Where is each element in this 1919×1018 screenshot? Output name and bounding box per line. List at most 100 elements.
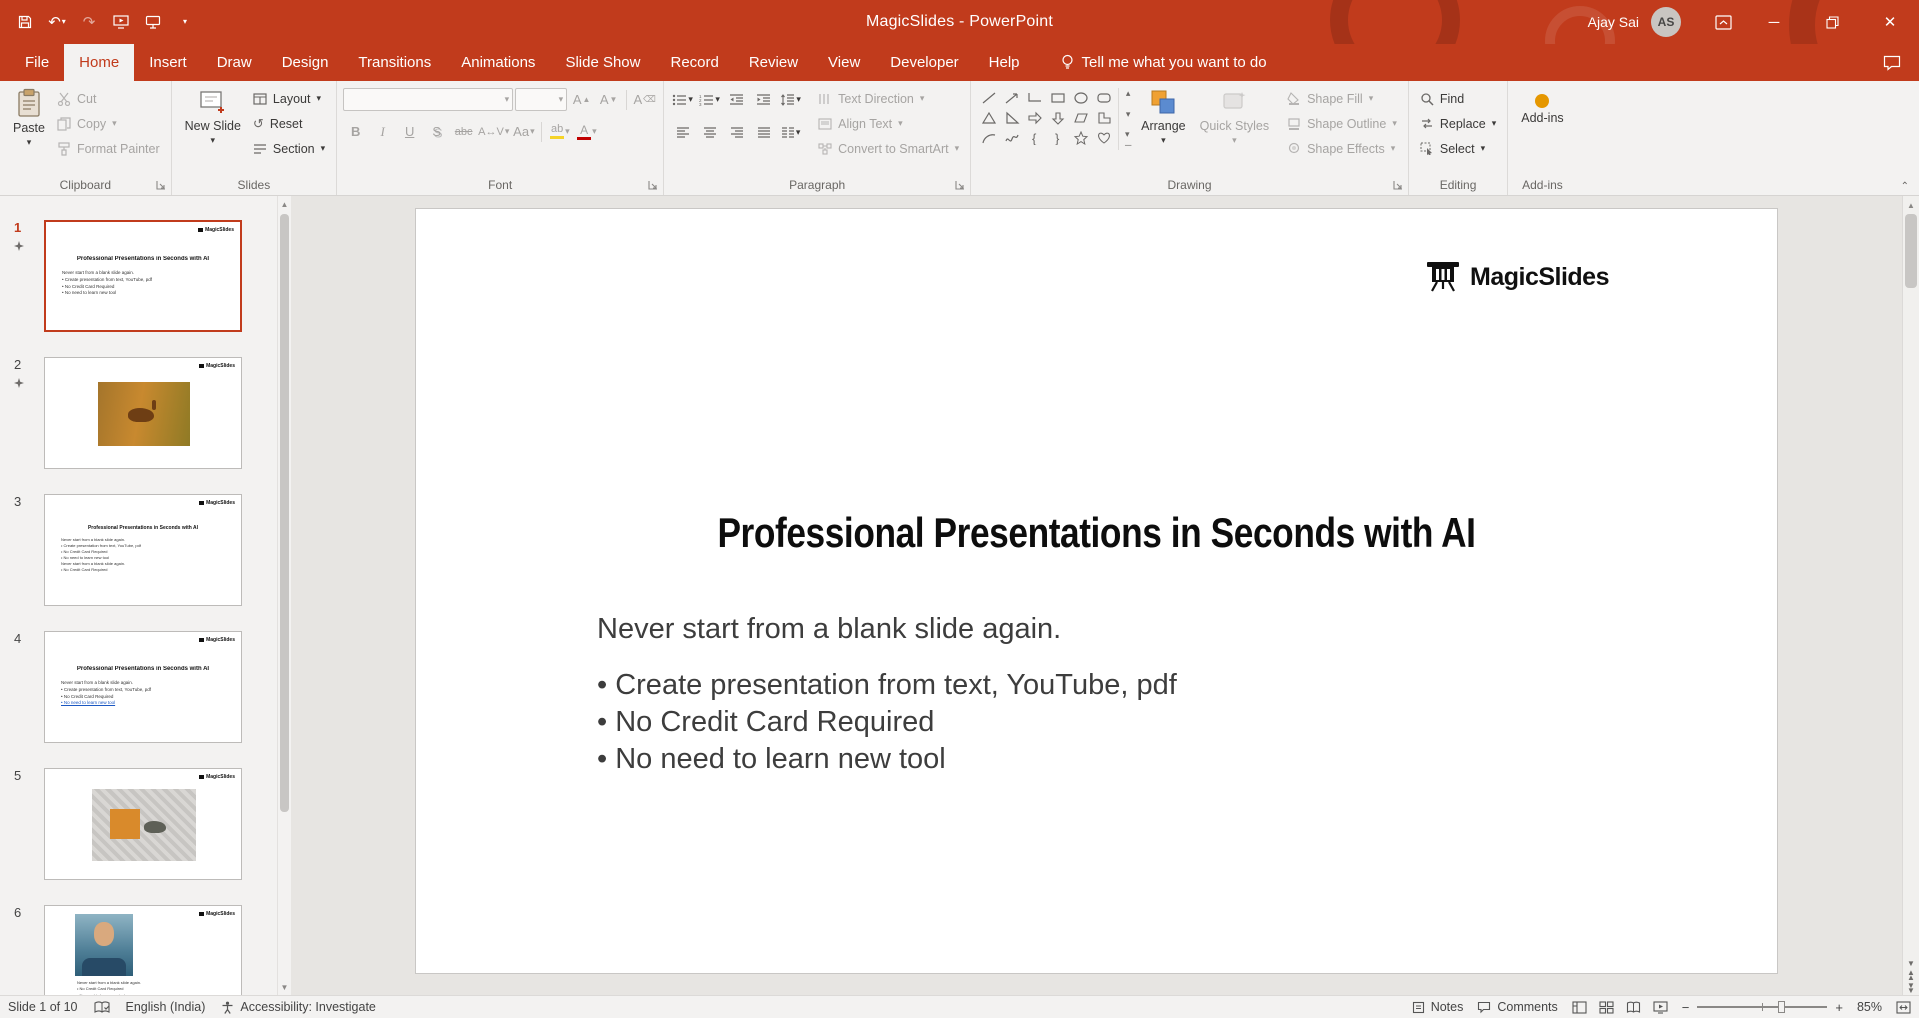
- animation-star-icon[interactable]: [14, 241, 24, 251]
- shape-triangle-icon[interactable]: [977, 108, 1000, 128]
- slide-thumbnail-3[interactable]: 3 MagicSlides Professional Presentations…: [0, 494, 277, 606]
- shape-rounded-rectangle-icon[interactable]: [1092, 88, 1115, 108]
- shape-rectangle-icon[interactable]: [1046, 88, 1069, 108]
- tab-draw[interactable]: Draw: [202, 44, 267, 81]
- grow-font-button[interactable]: A▲: [569, 88, 594, 111]
- slide-show-view-icon[interactable]: [1653, 1001, 1668, 1014]
- tell-me-search[interactable]: Tell me what you want to do: [1061, 44, 1267, 81]
- slide-thumbnail-1[interactable]: 1 MagicSlides Professional Presentations…: [0, 220, 277, 332]
- slide-sorter-view-icon[interactable]: [1599, 1001, 1614, 1014]
- normal-view-icon[interactable]: [1572, 1001, 1587, 1014]
- slide-intro-text[interactable]: Never start from a blank slide again.: [597, 613, 1061, 646]
- zoom-slider[interactable]: [1697, 1006, 1827, 1008]
- scroll-down-icon[interactable]: ▼: [1907, 959, 1915, 968]
- save-button[interactable]: [10, 6, 40, 38]
- slide-counter[interactable]: Slide 1 of 10: [8, 1000, 78, 1014]
- shape-star-icon[interactable]: [1069, 128, 1092, 148]
- redo-button[interactable]: ↷: [74, 6, 104, 38]
- format-painter-button[interactable]: Format Painter: [52, 136, 165, 161]
- tab-record[interactable]: Record: [655, 44, 733, 81]
- slide-thumbnail-2[interactable]: 2 MagicSlides: [0, 357, 277, 469]
- zoom-in-button[interactable]: +: [1835, 1000, 1843, 1015]
- thumbnail-scrollbar[interactable]: ▲ ▼: [277, 196, 291, 995]
- shape-arrow-line-icon[interactable]: [1000, 88, 1023, 108]
- restore-button[interactable]: [1803, 0, 1861, 44]
- shape-elbow-connector-icon[interactable]: [1023, 88, 1046, 108]
- tab-help[interactable]: Help: [974, 44, 1035, 81]
- tab-animations[interactable]: Animations: [446, 44, 550, 81]
- animation-star-icon[interactable]: [14, 378, 24, 388]
- section-button[interactable]: Section ▾: [248, 136, 330, 161]
- scroll-down-icon[interactable]: ▼: [278, 979, 291, 995]
- close-button[interactable]: ✕: [1861, 0, 1919, 44]
- thumbnail-canvas[interactable]: MagicSlides Professional Presentations i…: [44, 631, 242, 743]
- comments-bubble-icon[interactable]: [1883, 55, 1901, 71]
- scrollbar-thumb[interactable]: [1905, 214, 1917, 288]
- decrease-indent-button[interactable]: [724, 88, 749, 111]
- quick-styles-button[interactable]: Quick Styles ▾: [1193, 86, 1276, 147]
- shape-outline-button[interactable]: Shape Outline ▾: [1282, 111, 1402, 136]
- strikethrough-button[interactable]: abc: [451, 120, 476, 143]
- zoom-out-button[interactable]: −: [1682, 1000, 1690, 1015]
- accessibility-status[interactable]: Accessibility: Investigate: [221, 1000, 375, 1014]
- tab-view[interactable]: View: [813, 44, 875, 81]
- align-text-button[interactable]: Align Text ▾: [813, 111, 964, 136]
- shrink-font-button[interactable]: A▼: [596, 88, 621, 111]
- tab-file[interactable]: File: [10, 44, 64, 81]
- font-size-combobox[interactable]: ▾: [515, 88, 567, 111]
- tab-design[interactable]: Design: [267, 44, 344, 81]
- tab-review[interactable]: Review: [734, 44, 813, 81]
- customize-quick-access-button[interactable]: ▾: [170, 6, 200, 38]
- reading-view-icon[interactable]: [1626, 1001, 1641, 1014]
- editor-scrollbar[interactable]: ▲ ▼ ▲▲ ▼▼: [1902, 196, 1919, 995]
- shape-scribble-icon[interactable]: [1000, 128, 1023, 148]
- find-button[interactable]: Find: [1415, 86, 1501, 111]
- clipboard-dialog-launcher[interactable]: [155, 179, 167, 191]
- font-name-combobox[interactable]: ▾: [343, 88, 513, 111]
- paste-button[interactable]: Paste ▾: [6, 86, 52, 149]
- shape-arc-icon[interactable]: [977, 128, 1000, 148]
- slide-title[interactable]: Professional Presentations in Seconds wi…: [525, 509, 1668, 557]
- shape-heart-icon[interactable]: [1092, 128, 1115, 148]
- avatar[interactable]: AS: [1651, 7, 1681, 37]
- thumbnail-canvas[interactable]: MagicSlides: [44, 768, 242, 880]
- start-slideshow-button[interactable]: [106, 6, 136, 38]
- zoom-slider-thumb[interactable]: [1778, 1001, 1785, 1013]
- thumbnail-canvas[interactable]: MagicSlides Never start from a blank sli…: [44, 905, 242, 995]
- proofing-status[interactable]: [94, 1001, 110, 1014]
- line-spacing-button[interactable]: ▾: [778, 88, 803, 111]
- change-case-button[interactable]: Aa▾: [511, 120, 536, 143]
- arrange-button[interactable]: Arrange ▾: [1134, 86, 1192, 147]
- italic-button[interactable]: I: [370, 120, 395, 143]
- tab-developer[interactable]: Developer: [875, 44, 973, 81]
- character-spacing-button[interactable]: A↔V▾: [478, 120, 509, 143]
- increase-indent-button[interactable]: [751, 88, 776, 111]
- shapes-gallery[interactable]: { }: [977, 88, 1115, 148]
- text-shadow-button[interactable]: S: [424, 120, 449, 143]
- shapes-gallery-scroll[interactable]: ▴ ▾ ▾─: [1118, 88, 1134, 150]
- new-slide-button[interactable]: New Slide ▾: [178, 86, 248, 147]
- ribbon-display-options-button[interactable]: [1701, 0, 1745, 44]
- align-left-button[interactable]: [670, 121, 695, 144]
- highlight-color-button[interactable]: ab▾: [547, 120, 572, 143]
- align-center-button[interactable]: [697, 121, 722, 144]
- reset-button[interactable]: ↺ Reset: [248, 111, 330, 136]
- slide-thumbnail-5[interactable]: 5 MagicSlides: [0, 768, 277, 880]
- shape-effects-button[interactable]: Shape Effects ▾: [1282, 136, 1402, 161]
- shape-right-triangle-icon[interactable]: [1000, 108, 1023, 128]
- font-dialog-launcher[interactable]: [647, 179, 659, 191]
- slide-thumbnail-4[interactable]: 4 MagicSlides Professional Presentations…: [0, 631, 277, 743]
- thumbnail-canvas[interactable]: MagicSlides Professional Presentations i…: [44, 220, 242, 332]
- scroll-up-icon[interactable]: ▲: [278, 196, 291, 212]
- shape-l-shape-icon[interactable]: [1092, 108, 1115, 128]
- cut-button[interactable]: Cut: [52, 86, 165, 111]
- tab-transitions[interactable]: Transitions: [343, 44, 446, 81]
- shape-parallelogram-icon[interactable]: [1069, 108, 1092, 128]
- slide-canvas[interactable]: MagicSlides Professional Presentations i…: [416, 209, 1777, 973]
- thumbnail-canvas[interactable]: MagicSlides: [44, 357, 242, 469]
- clear-formatting-button[interactable]: A⌫: [632, 88, 657, 111]
- paragraph-dialog-launcher[interactable]: [954, 179, 966, 191]
- bold-button[interactable]: B: [343, 120, 368, 143]
- scrollbar-thumb[interactable]: [280, 214, 289, 812]
- comments-button[interactable]: Comments: [1477, 1000, 1557, 1014]
